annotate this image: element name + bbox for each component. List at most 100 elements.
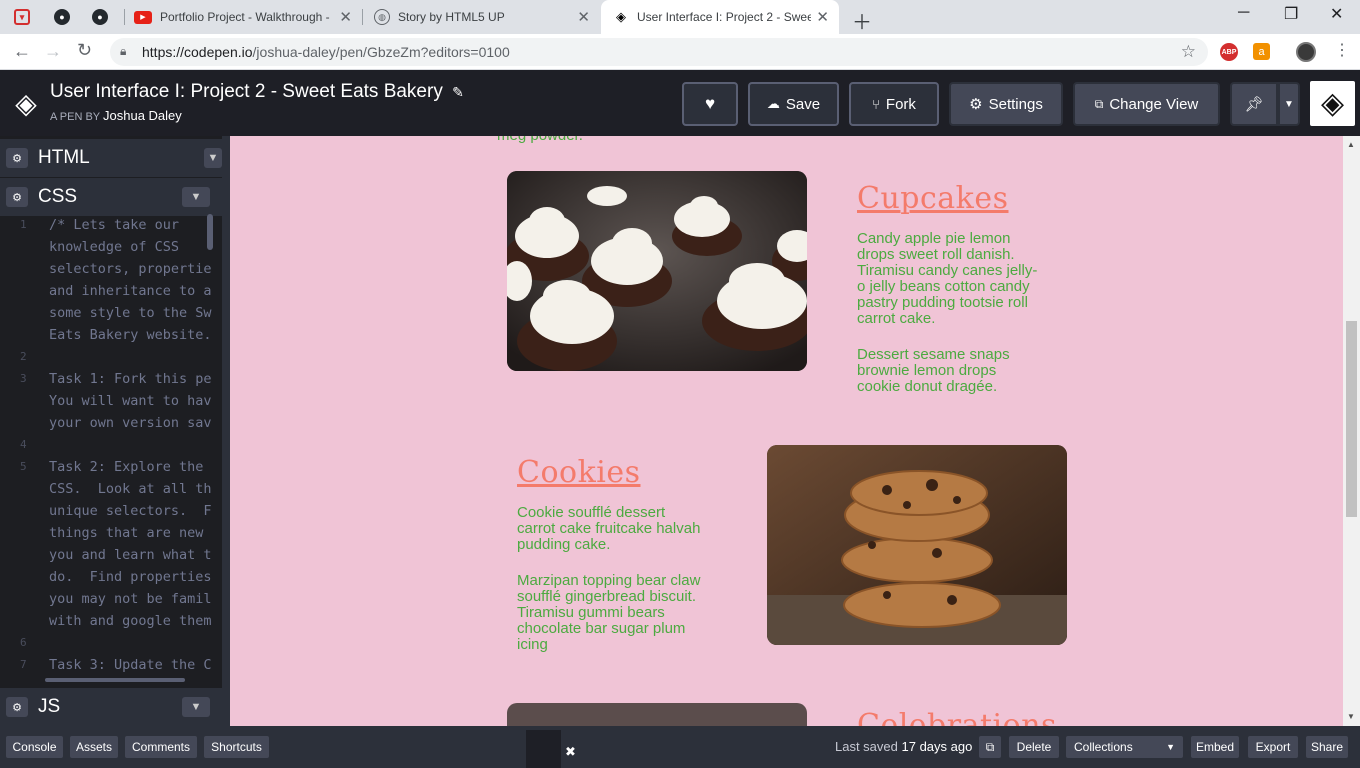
cupcakes-image <box>507 171 807 371</box>
pin-icon: 📌︎ <box>1244 96 1264 113</box>
pen-title[interactable]: User Interface I: Project 2 - Sweet Eats… <box>50 81 464 103</box>
tab-pinned-shield[interactable]: ▾ <box>14 0 40 34</box>
chevron-down-icon: ▼ <box>1284 98 1294 110</box>
code-line: Task 3: Update the C <box>49 657 212 673</box>
preview-scrollbar[interactable]: ▲ ▼ <box>1343 136 1360 726</box>
pin-dropdown-button[interactable]: ▼ <box>1278 82 1300 126</box>
drag-handle[interactable] <box>526 730 561 768</box>
profile-avatar[interactable] <box>1296 42 1316 62</box>
cookies-image <box>767 445 1067 645</box>
scroll-down-icon[interactable]: ▼ <box>1347 712 1355 721</box>
close-icon[interactable]: ✕ <box>339 8 352 26</box>
pin-button[interactable]: 📌︎ <box>1230 82 1278 126</box>
close-window-icon[interactable]: ✕ <box>1330 4 1343 24</box>
close-icon[interactable]: ✕ <box>577 8 590 26</box>
result-preview: meg powder. Cupcakes Ca <box>230 136 1343 726</box>
editor-panel: ⚙ HTML ▼ ⚙ CSS ▼ 1 /* Lets take our knowle… <box>0 136 222 726</box>
tab-title: User Interface I: Project 2 - Sweet <box>637 10 811 24</box>
html-panel-header[interactable]: ⚙ HTML ▼ <box>0 139 222 177</box>
cupcakes-picture <box>507 171 807 371</box>
close-icon[interactable]: ✖ <box>565 744 576 760</box>
url-domain: https://codepen.io <box>142 44 253 60</box>
panel-resize-divider[interactable] <box>222 136 230 726</box>
cookies-paragraph-2: Marzipan topping bear claw soufflé ginge… <box>517 572 701 653</box>
export-button[interactable]: Export <box>1248 736 1298 758</box>
chevron-down-icon[interactable]: ▼ <box>182 697 210 717</box>
tab-separator <box>124 9 125 25</box>
tab-codepen-active[interactable]: ◈ User Interface I: Project 2 - Sweet ✕ <box>601 0 839 34</box>
code-line: some style to the Sw <box>49 305 212 321</box>
address-bar[interactable]: 🔒︎ https://codepen.io/joshua-daley/pen/G… <box>110 38 1208 66</box>
tab-story[interactable]: ◍ Story by HTML5 UP ✕ <box>364 0 600 34</box>
codepen-footer: Console Assets Comments Shortcuts ✖ Last… <box>0 726 1360 768</box>
code-line: you and learn what t <box>49 547 212 563</box>
change-view-button[interactable]: ⧉ Change View <box>1073 82 1220 126</box>
minimize-icon[interactable]: ─ <box>1238 4 1249 22</box>
css-code-editor[interactable]: 1 /* Lets take our knowledge of CSS selecto… <box>0 214 222 684</box>
embed-button[interactable]: Embed <box>1191 736 1239 758</box>
tab-pinned-github-1[interactable]: ● <box>54 0 80 34</box>
external-link-icon: ⧉ <box>985 739 995 754</box>
shortcuts-button[interactable]: Shortcuts <box>204 736 269 758</box>
pencil-icon[interactable]: ✎ <box>452 84 464 100</box>
console-button[interactable]: Console <box>6 736 63 758</box>
line-number: 1 <box>20 218 27 231</box>
save-button[interactable]: ☁ Save <box>748 82 839 126</box>
bookmark-star-icon[interactable]: ☆ <box>1181 42 1196 62</box>
restore-icon[interactable]: ❐ <box>1284 4 1298 24</box>
gear-icon: ⚙ <box>969 96 983 113</box>
code-line: Eats Bakery website. <box>49 327 212 343</box>
cookies-picture <box>767 445 1067 645</box>
code-line: your own version sav <box>49 415 212 431</box>
js-panel-header[interactable]: ⚙ JS ▼ <box>0 688 222 726</box>
codepen-icon: ◈ <box>616 9 626 24</box>
gear-icon[interactable]: ⚙ <box>6 148 28 168</box>
line-number: 6 <box>20 636 27 649</box>
new-tab-icon[interactable]: ＋ <box>852 6 872 35</box>
celebrations-heading: Celebrations <box>857 708 1057 726</box>
cupcakes-paragraph-2: Dessert sesame snaps brownie lemon drops… <box>857 346 1010 395</box>
forward-icon[interactable]: → <box>44 41 62 62</box>
codepen-logo-icon[interactable]: ◈ <box>10 88 42 120</box>
youtube-icon: ▶ <box>134 10 152 24</box>
code-line: do. Find properties <box>49 569 212 585</box>
delete-button[interactable]: Delete <box>1009 736 1059 758</box>
fork-button[interactable]: ⑂ Fork <box>849 82 939 126</box>
settings-button[interactable]: ⚙ Settings <box>949 82 1063 126</box>
reload-icon[interactable]: ↻ <box>77 40 92 61</box>
back-icon[interactable]: ← <box>13 41 31 62</box>
comments-button[interactable]: Comments <box>125 736 197 758</box>
code-line: Task 2: Explore the <box>49 459 204 475</box>
menu-kebab-icon[interactable]: ⋮ <box>1334 40 1350 60</box>
chevron-down-icon[interactable]: ▼ <box>182 187 210 207</box>
chevron-down-icon: ▼ <box>1166 742 1175 752</box>
code-line: unique selectors. F <box>49 503 212 519</box>
collections-dropdown[interactable]: Collections ▼ <box>1066 736 1183 758</box>
code-horizontal-scrollbar[interactable] <box>45 678 185 682</box>
cupcakes-paragraph-1: Candy apple pie lemon drops sweet roll d… <box>857 230 1038 327</box>
adblock-extension-icon[interactable]: ABP <box>1220 43 1238 61</box>
gear-icon[interactable]: ⚙ <box>6 187 28 207</box>
cloud-icon: ☁ <box>766 96 780 111</box>
code-line: with and google them <box>49 613 212 629</box>
tab-title: Story by HTML5 UP <box>398 10 505 24</box>
external-link-button[interactable]: ⧉ <box>979 736 1001 758</box>
tab-portfolio[interactable]: ▶ Portfolio Project - Walkthrough - ✕ <box>126 0 362 34</box>
tab-pinned-github-2[interactable]: ● <box>92 0 118 34</box>
shield-icon: ▾ <box>14 9 30 25</box>
like-button[interactable]: ♥ <box>682 82 738 126</box>
css-panel-header[interactable]: ⚙ CSS ▼ <box>0 178 222 216</box>
author-link[interactable]: Joshua Daley <box>103 108 182 123</box>
user-avatar[interactable]: ◈ <box>1310 81 1355 126</box>
close-icon[interactable]: ✕ <box>816 8 829 26</box>
scrollbar-thumb[interactable] <box>1346 321 1357 517</box>
share-button[interactable]: Share <box>1306 736 1348 758</box>
scroll-up-icon[interactable]: ▲ <box>1347 140 1355 149</box>
celebrations-image <box>507 703 807 726</box>
code-vertical-scrollbar[interactable] <box>207 214 213 250</box>
chevron-down-icon[interactable]: ▼ <box>204 148 222 168</box>
extension-bag-icon[interactable]: a <box>1253 43 1270 60</box>
browser-tab-strip: ▾ ● ● ▶ Portfolio Project - Walkthrough … <box>0 0 1360 34</box>
assets-button[interactable]: Assets <box>70 736 118 758</box>
gear-icon[interactable]: ⚙ <box>6 697 28 717</box>
